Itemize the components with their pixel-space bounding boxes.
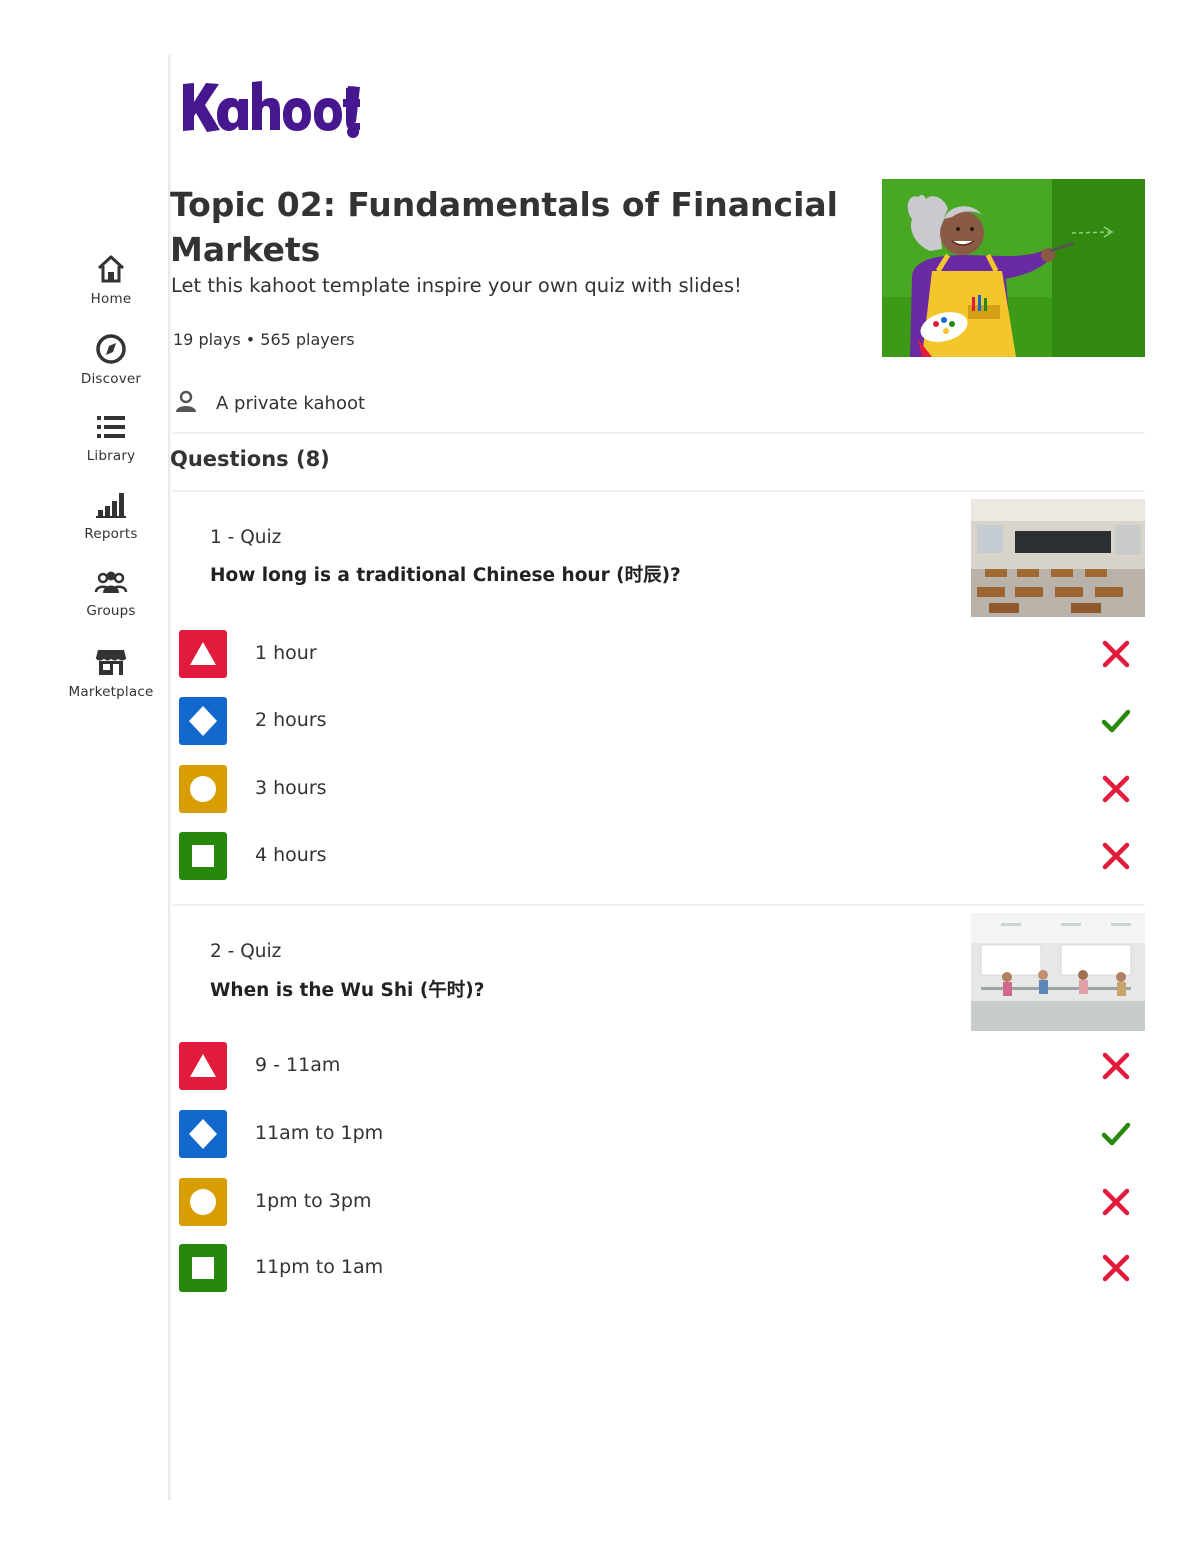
answer-option[interactable]: 4 hours — [179, 832, 1145, 882]
question-card[interactable]: 1 - Quiz How long is a traditional Chine… — [172, 490, 1145, 900]
answer-shape — [179, 1178, 227, 1226]
visibility-label: A private kahoot — [216, 393, 366, 414]
answer-text: 3 hours — [255, 777, 327, 799]
answer-text: 2 hours — [255, 709, 327, 731]
answer-shape — [179, 697, 227, 745]
answer-shape — [179, 1042, 227, 1090]
answer-text: 11pm to 1am — [255, 1256, 384, 1278]
incorrect-icon — [1102, 775, 1130, 803]
answer-text: 1pm to 3pm — [255, 1190, 372, 1212]
triangle-icon — [190, 642, 216, 665]
answer-option[interactable]: 1 hour — [179, 630, 1145, 680]
sidebar-item-label: Home — [90, 291, 132, 307]
circle-icon — [190, 776, 216, 802]
answer-text: 11am to 1pm — [255, 1122, 384, 1144]
list-icon — [97, 416, 125, 438]
incorrect-icon — [1102, 1188, 1130, 1216]
sidebar-item-discover[interactable]: Discover — [62, 333, 160, 387]
exclamation-icon — [347, 86, 360, 138]
triangle-icon — [190, 1054, 216, 1077]
kahoot-logo[interactable] — [180, 74, 362, 144]
question-card[interactable]: 2 - Quiz When is the Wu Shi (午时)? 9 - 11… — [172, 904, 1145, 1304]
store-icon — [95, 650, 127, 675]
home-icon — [97, 255, 125, 283]
section-divider — [172, 432, 1145, 434]
sidebar-item-label: Library — [86, 448, 136, 464]
answer-option[interactable]: 11am to 1pm — [179, 1110, 1145, 1160]
answer-shape — [179, 630, 227, 678]
compass-icon — [96, 334, 126, 364]
cover-image — [882, 179, 1145, 357]
question-text: How long is a traditional Chinese hour (… — [210, 565, 681, 586]
classroom-photo-icon — [971, 499, 1145, 617]
answer-shape — [179, 1110, 227, 1158]
sidebar-item-reports[interactable]: Reports — [62, 490, 160, 542]
teacher-illustration-icon — [882, 179, 1145, 357]
square-icon — [192, 1257, 214, 1279]
sidebar-item-marketplace[interactable]: Marketplace — [62, 646, 160, 700]
kahoot-stats: 19 plays • 565 players — [173, 330, 355, 349]
answer-option[interactable]: 11pm to 1am — [179, 1244, 1145, 1294]
bar-chart-icon — [96, 493, 126, 518]
questions-heading: Questions (8) — [170, 447, 330, 471]
incorrect-icon — [1102, 1052, 1130, 1080]
correct-icon — [1101, 1122, 1131, 1146]
answer-text: 1 hour — [255, 642, 317, 664]
question-image — [971, 913, 1145, 1031]
answer-text: 9 - 11am — [255, 1054, 341, 1076]
sidebar-item-label: Marketplace — [68, 684, 154, 700]
incorrect-icon — [1102, 1254, 1130, 1282]
sidebar-item-home[interactable]: Home — [62, 253, 160, 307]
answer-option[interactable]: 2 hours — [179, 697, 1145, 747]
groups-icon — [94, 571, 128, 593]
diamond-icon — [189, 1119, 217, 1149]
kahoot-logo-icon — [183, 81, 360, 132]
owner-avatar — [174, 390, 198, 418]
question-number: 1 - Quiz — [210, 527, 282, 548]
answer-option[interactable]: 9 - 11am — [179, 1042, 1145, 1092]
page-title: Topic 02: Fundamentals of Financial Mark… — [170, 185, 838, 269]
incorrect-icon — [1102, 640, 1130, 668]
user-icon — [176, 390, 196, 412]
sidebar-item-label: Groups — [86, 603, 136, 619]
answer-shape — [179, 765, 227, 813]
sidebar-item-label: Reports — [84, 526, 138, 542]
answer-shape — [179, 1244, 227, 1292]
correct-icon — [1101, 709, 1131, 733]
kahoot-description: Let this kahoot template inspire your ow… — [171, 274, 742, 297]
question-number: 2 - Quiz — [210, 941, 282, 962]
sidebar-item-groups[interactable]: Groups — [62, 569, 160, 619]
classroom-photo-icon — [971, 913, 1145, 1031]
square-icon — [192, 845, 214, 867]
answer-shape — [179, 832, 227, 880]
answer-text: 4 hours — [255, 844, 327, 866]
logo-exclamation — [344, 84, 362, 144]
question-text: When is the Wu Shi (午时)? — [210, 980, 485, 1001]
diamond-icon — [189, 706, 217, 736]
incorrect-icon — [1102, 842, 1130, 870]
answer-option[interactable]: 1pm to 3pm — [179, 1178, 1145, 1228]
circle-icon — [190, 1189, 216, 1215]
sidebar-item-library[interactable]: Library — [62, 412, 160, 464]
question-image — [971, 499, 1145, 617]
sidebar-item-label: Discover — [80, 371, 142, 387]
answer-option[interactable]: 3 hours — [179, 765, 1145, 815]
